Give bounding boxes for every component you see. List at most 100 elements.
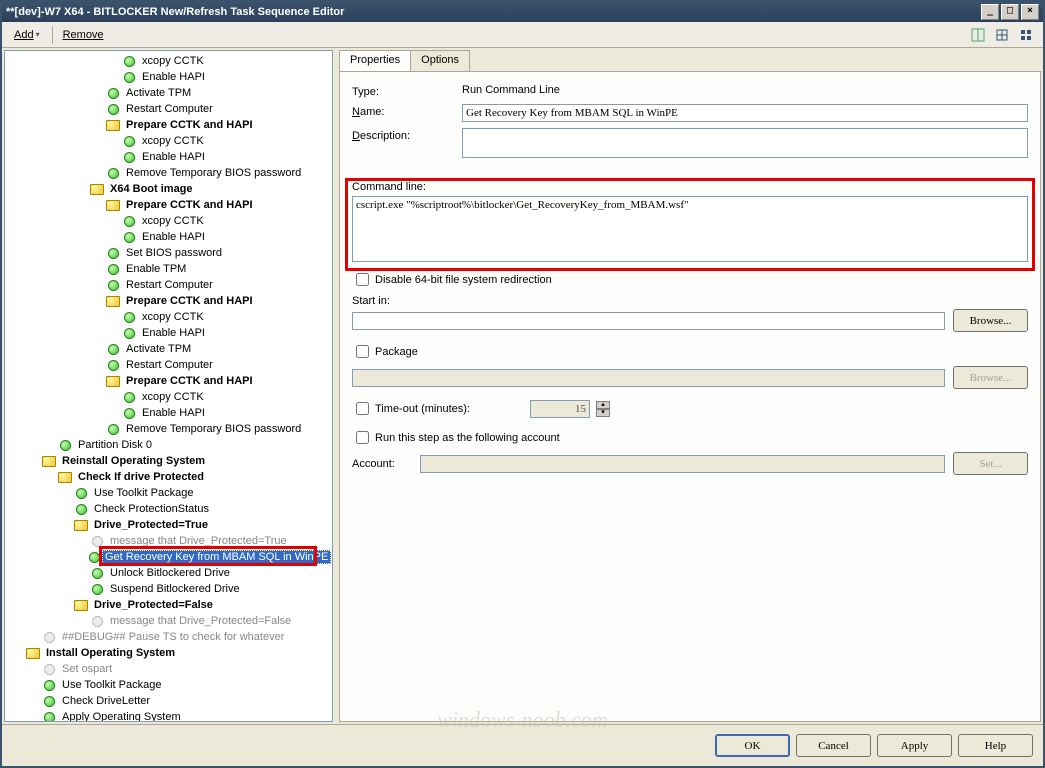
task-tree[interactable]: xcopy CCTKEnable HAPIActivate TPMRestart…: [4, 50, 333, 722]
tree-item-label: Prepare CCTK and HAPI: [123, 198, 256, 212]
command-line-label: ommand line:: [360, 181, 426, 193]
tree-item[interactable]: Use Toolkit Package: [7, 677, 332, 693]
tree-item[interactable]: Install Operating System: [7, 645, 332, 661]
tree-item[interactable]: Prepare CCTK and HAPI: [7, 117, 332, 133]
tree-item-label: Check ProtectionStatus: [91, 502, 212, 516]
tree-item[interactable]: Remove Temporary BIOS password: [7, 165, 332, 181]
tree-item[interactable]: Reinstall Operating System: [7, 453, 332, 469]
tree-item[interactable]: Enable HAPI: [7, 405, 332, 421]
name-field[interactable]: [462, 104, 1028, 122]
tree-item[interactable]: xcopy CCTK: [7, 309, 332, 325]
options-grid-icon[interactable]: [1015, 24, 1037, 46]
tree-item[interactable]: X64 Boot image: [7, 181, 332, 197]
tree-item[interactable]: Check DriveLetter: [7, 693, 332, 709]
tree-item[interactable]: Restart Computer: [7, 357, 332, 373]
conditions-icon[interactable]: [991, 24, 1013, 46]
disable-64bit-checkbox[interactable]: [356, 273, 369, 286]
ok-button[interactable]: OK: [715, 734, 790, 757]
step-icon: [41, 677, 57, 693]
command-line-field[interactable]: [352, 196, 1028, 262]
folder-icon: [105, 197, 121, 213]
tree-item-label: Prepare CCTK and HAPI: [123, 118, 256, 132]
package-checkbox[interactable]: [356, 345, 369, 358]
tree-item[interactable]: message that Drive_Protected=True: [7, 533, 332, 549]
apply-button[interactable]: Apply: [877, 734, 952, 757]
tree-item-label: Set ospart: [59, 662, 115, 676]
folder-icon: [105, 117, 121, 133]
tree-item[interactable]: Drive_Protected=False: [7, 597, 332, 613]
folder-icon: [105, 293, 121, 309]
tree-item[interactable]: Remove Temporary BIOS password: [7, 421, 332, 437]
tree-item[interactable]: Apply Operating System: [7, 709, 332, 722]
step-icon: [73, 485, 89, 501]
tree-item[interactable]: Enable HAPI: [7, 229, 332, 245]
account-field: [420, 455, 945, 473]
startin-label: tart in:: [359, 295, 390, 307]
description-field[interactable]: [462, 128, 1028, 158]
tree-item[interactable]: Restart Computer: [7, 101, 332, 117]
tree-item-label: Drive_Protected=True: [91, 518, 211, 532]
runas-checkbox[interactable]: [356, 431, 369, 444]
type-label: Type:: [352, 84, 462, 98]
tree-item-label: Remove Temporary BIOS password: [123, 166, 304, 180]
separator: [52, 26, 53, 44]
pane-toggle-icon[interactable]: [967, 24, 989, 46]
help-button[interactable]: Help: [958, 734, 1033, 757]
cancel-button[interactable]: Cancel: [796, 734, 871, 757]
tree-item[interactable]: xcopy CCTK: [7, 133, 332, 149]
tree-item-label: Unlock Bitlockered Drive: [107, 566, 233, 580]
disabled-step-icon: [41, 629, 57, 645]
tree-item[interactable]: Use Toolkit Package: [7, 485, 332, 501]
minimize-icon[interactable]: _: [981, 4, 999, 20]
tree-item[interactable]: ##DEBUG## Pause TS to check for whatever: [7, 629, 332, 645]
tabs: Properties Options: [339, 50, 1041, 71]
timeout-field: [530, 400, 590, 418]
tree-item[interactable]: Get Recovery Key from MBAM SQL in WinPE: [7, 549, 332, 565]
step-icon: [89, 565, 105, 581]
tree-item[interactable]: xcopy CCTK: [7, 389, 332, 405]
startin-browse-button[interactable]: Browse...: [953, 309, 1028, 332]
remove-label: Remove: [63, 29, 104, 41]
tree-item[interactable]: Set ospart: [7, 661, 332, 677]
tree-item-label: message that Drive_Protected=True: [107, 534, 290, 548]
type-value: Run Command Line: [462, 84, 1028, 96]
startin-field[interactable]: [352, 312, 945, 330]
disabled-step-icon: [41, 661, 57, 677]
tree-item[interactable]: Restart Computer: [7, 277, 332, 293]
tree-item[interactable]: Drive_Protected=True: [7, 517, 332, 533]
tree-item-label: Check DriveLetter: [59, 694, 153, 708]
tree-item[interactable]: Enable HAPI: [7, 149, 332, 165]
add-button[interactable]: Add ▾: [8, 27, 46, 43]
tree-item[interactable]: Activate TPM: [7, 85, 332, 101]
tree-item-label: Install Operating System: [43, 646, 178, 660]
tree-item[interactable]: Unlock Bitlockered Drive: [7, 565, 332, 581]
spin-up-icon[interactable]: ▴: [596, 401, 610, 409]
tree-item-label: Set BIOS password: [123, 246, 225, 260]
tab-options[interactable]: Options: [410, 50, 470, 71]
timeout-checkbox[interactable]: [356, 402, 369, 415]
close-icon[interactable]: ×: [1021, 4, 1039, 20]
tree-item[interactable]: Enable TPM: [7, 261, 332, 277]
tree-item[interactable]: Suspend Bitlockered Drive: [7, 581, 332, 597]
tree-item[interactable]: Prepare CCTK and HAPI: [7, 293, 332, 309]
tree-item[interactable]: Partition Disk 0: [7, 437, 332, 453]
tree-item[interactable]: Set BIOS password: [7, 245, 332, 261]
tree-item[interactable]: xcopy CCTK: [7, 53, 332, 69]
tree-item[interactable]: Enable HAPI: [7, 69, 332, 85]
step-icon: [105, 277, 121, 293]
tree-item[interactable]: Enable HAPI: [7, 325, 332, 341]
remove-button[interactable]: Remove: [57, 27, 110, 43]
tree-item[interactable]: Prepare CCTK and HAPI: [7, 373, 332, 389]
tree-item[interactable]: Activate TPM: [7, 341, 332, 357]
tree-item[interactable]: Check If drive Protected: [7, 469, 332, 485]
tree-item[interactable]: message that Drive_Protected=False: [7, 613, 332, 629]
tree-item[interactable]: Prepare CCTK and HAPI: [7, 197, 332, 213]
tree-item[interactable]: Check ProtectionStatus: [7, 501, 332, 517]
tree-item[interactable]: xcopy CCTK: [7, 213, 332, 229]
spin-down-icon[interactable]: ▾: [596, 409, 610, 417]
maximize-icon[interactable]: □: [1001, 4, 1019, 20]
tab-properties[interactable]: Properties: [339, 50, 411, 71]
step-icon: [121, 69, 137, 85]
folder-icon: [41, 453, 57, 469]
tree-item-label: Check If drive Protected: [75, 470, 207, 484]
